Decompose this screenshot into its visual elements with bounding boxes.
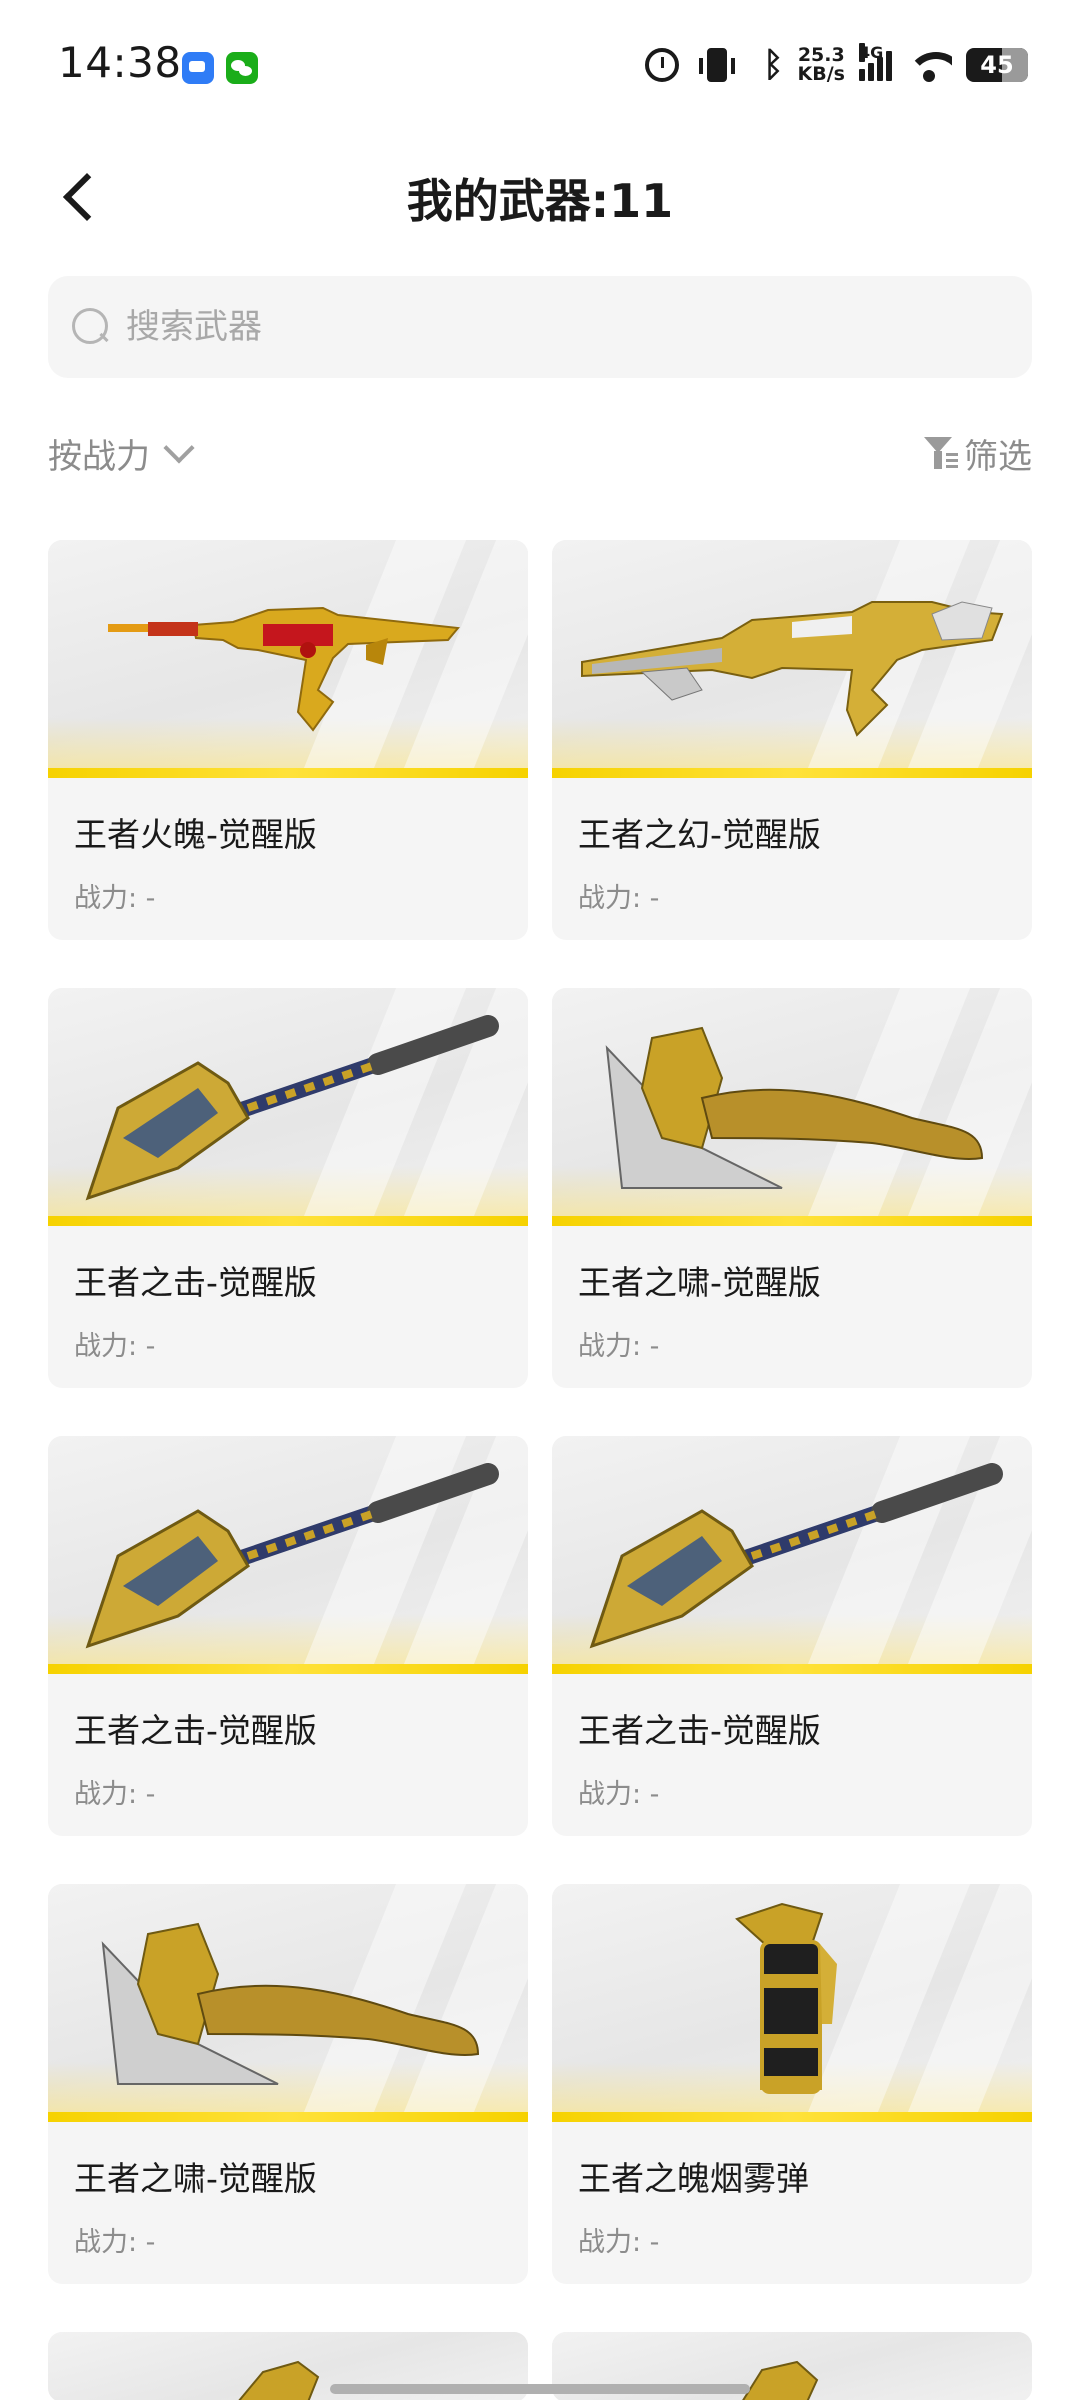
sort-dropdown[interactable]: 按战力 [48,428,195,478]
weapon-card[interactable]: 王者之魄烟雾弹 战力: - [552,1884,1032,2284]
weapon-image [552,1884,1032,2122]
weapon-card[interactable]: 王者之击-觉醒版 战力: - [552,1436,1032,1836]
search-input[interactable] [126,276,1006,378]
weapon-card[interactable]: 王者之幻-觉醒版 战力: - [552,540,1032,940]
shovel-image [85,1463,499,1649]
weapon-image [48,988,528,1226]
search-bar[interactable] [48,276,1032,378]
weapon-name: 王者之击-觉醒版 [74,1711,317,1750]
weapon-power: 战力: - [578,883,660,914]
wechat-icon [226,52,258,84]
weapon-name: 王者火魄-觉醒版 [74,815,317,854]
chevron-down-icon [163,432,195,464]
sort-label: 按战力 [48,436,150,477]
weapon-power: 战力: - [578,1779,660,1810]
weapon-name: 王者之啸-觉醒版 [578,1263,821,1302]
filter-label: 筛选 [964,436,1032,477]
bluetooth-icon: ᛒ [763,45,784,85]
vibrate-icon [699,48,736,82]
home-indicator[interactable] [330,2384,750,2394]
weapon-power: 战力: - [74,883,156,914]
net-speed: 25.3 KB/s [798,46,845,84]
filter-icon [924,435,958,471]
weapon-power: 战力: - [74,1331,156,1362]
rifle-image [581,601,1004,737]
weapon-name: 王者之魄烟雾弹 [578,2159,809,2198]
weapon-card[interactable]: 王者之击-觉醒版 战力: - [48,1436,528,1836]
battery-icon: 45 [966,48,1028,82]
battery-level: 45 [980,51,1014,79]
weapon-name: 王者之幻-觉醒版 [578,815,821,854]
weapon-name: 王者之啸-觉醒版 [74,2159,317,2198]
rifle-image [108,606,460,732]
weapon-power: 战力: - [74,1779,156,1810]
wifi-icon [906,48,952,82]
weapon-power: 战力: - [578,2227,660,2258]
axe-image [605,1026,984,1189]
weapon-grid: 王者火魄-觉醒版 战力: - 王者之幻-觉醒版 战力: - 王者之击-觉醒版 战… [48,540,1032,2400]
weapon-image [552,540,1032,778]
network-type: 4G [859,43,884,62]
weapon-card[interactable]: 王者火魄-觉醒版 战力: - [48,540,528,940]
signal-icon: 4G [859,43,892,81]
shovel-image [589,1463,1003,1649]
weapon-image [552,988,1032,1226]
alarm-icon [645,48,680,82]
message-icon [182,52,214,84]
weapon-image [48,1436,528,1674]
status-icons: ᛒ 25.3 KB/s 4G 45 [645,40,1028,90]
weapon-name: 王者之击-觉醒版 [74,1263,317,1302]
status-bar: 14:38 ᛒ 25.3 KB/s 4G 45 [0,0,1080,130]
header: 我的武器:11 [0,140,1080,250]
weapon-image [552,1436,1032,1674]
weapon-image [48,1884,528,2122]
page-title: 我的武器:11 [406,174,674,228]
weapon-card[interactable]: 王者之啸-觉醒版 战力: - [552,988,1032,1388]
weapon-card[interactable]: 王者之击-觉醒版 战力: - [48,988,528,1388]
net-speed-unit: KB/s [797,63,845,85]
weapon-power: 战力: - [74,2227,156,2258]
weapon-name: 王者之击-觉醒版 [578,1711,821,1750]
search-icon [72,308,110,346]
smoke-grenade-image [735,1902,837,2094]
weapon-power: 战力: - [578,1331,660,1362]
shovel-image [85,1015,499,1201]
weapon-card[interactable]: 王者之啸-觉醒版 战力: - [48,1884,528,2284]
axe-image [101,1922,480,2085]
status-time: 14:38 [58,38,182,87]
filter-button[interactable]: 筛选 [924,428,1032,478]
weapon-image [48,540,528,778]
